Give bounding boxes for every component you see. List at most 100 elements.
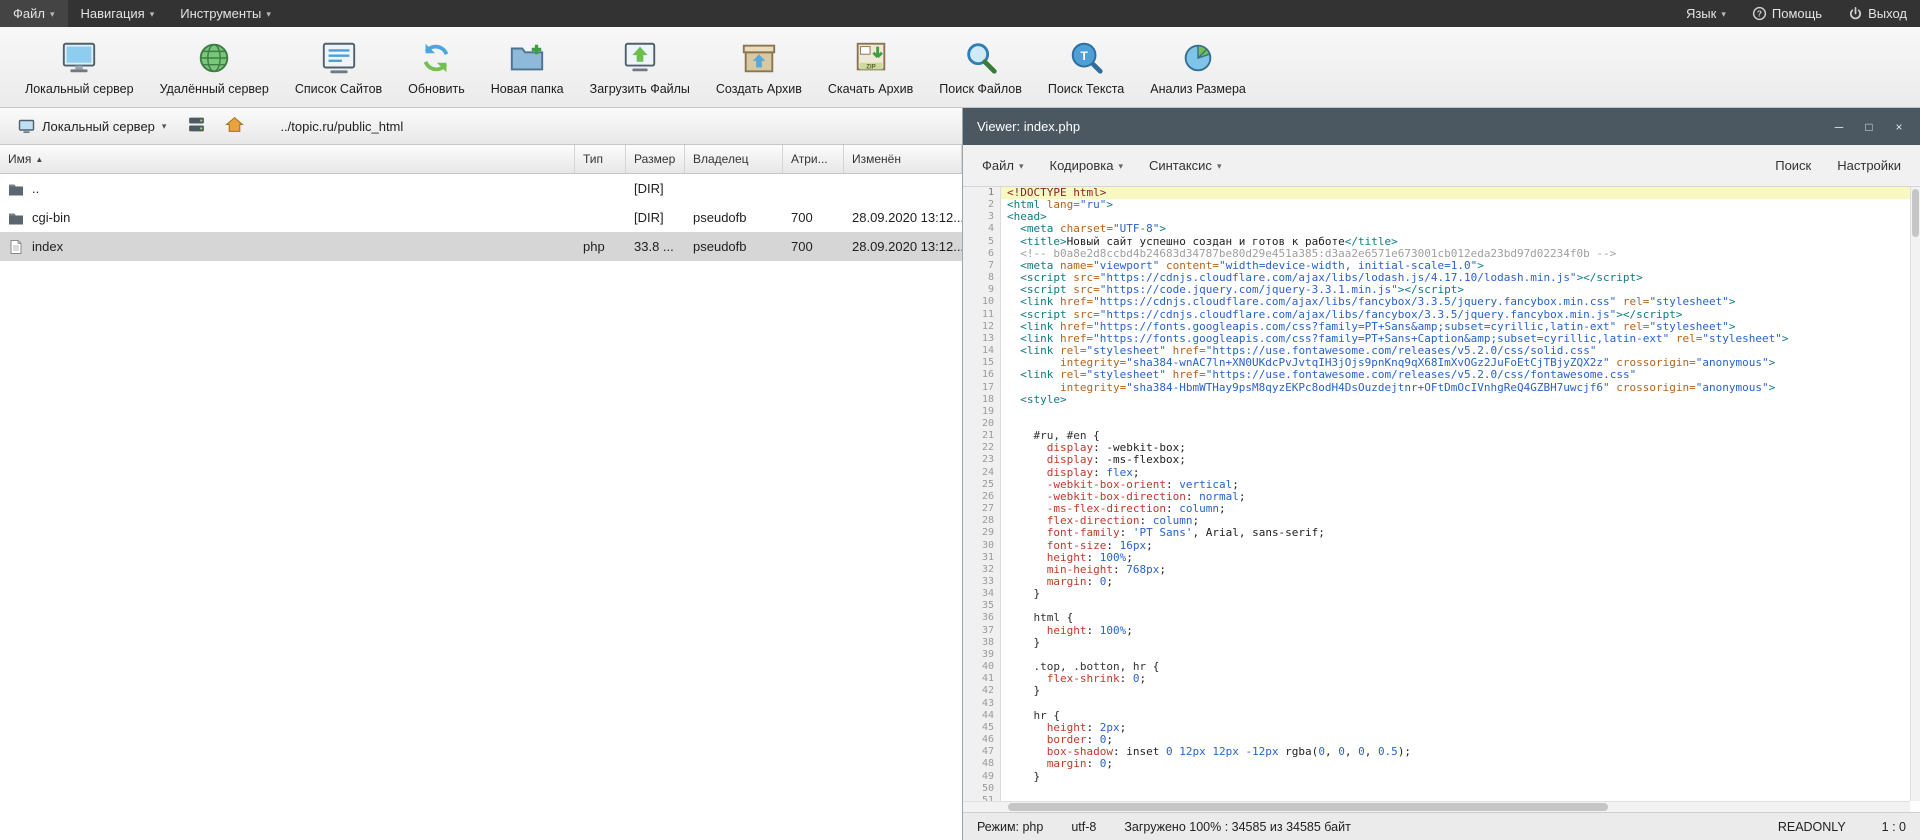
toolbar-button-label: Скачать Архив xyxy=(828,82,913,96)
toolbar-button-label: Удалённый сервер xyxy=(160,82,269,96)
close-button[interactable]: × xyxy=(1892,120,1906,134)
cursor-position: 1 : 0 xyxy=(1882,820,1906,834)
new-folder-icon xyxy=(508,39,546,77)
toolbar-button-label: Создать Архив xyxy=(716,82,802,96)
file-modified-cell: 28.09.2020 13:12... xyxy=(844,210,962,225)
toolbar-button-label: Загрузить Файлы xyxy=(590,82,690,96)
menubar-left: Файл▾Навигация▾Инструменты▾ xyxy=(0,0,284,27)
column-header-2[interactable]: Тип xyxy=(575,145,626,173)
download-archive-button[interactable]: ZIPСкачать Архив xyxy=(815,33,926,102)
site-list-button[interactable]: Список Сайтов xyxy=(282,33,395,102)
column-header-4[interactable]: Владелец xyxy=(685,145,783,173)
toolbar-button-label: Поиск Текста xyxy=(1048,82,1124,96)
table-row[interactable]: cgi-bin[DIR]pseudofb70028.09.2020 13:12.… xyxy=(0,203,962,232)
toolbar-button-label: Поиск Файлов xyxy=(939,82,1022,96)
chevron-down-icon: ▾ xyxy=(1217,160,1222,172)
code-line-content: html { xyxy=(1001,612,1910,624)
toolbar-button-label: Анализ Размера xyxy=(1150,82,1246,96)
file-name-cell: .. xyxy=(0,181,575,196)
search-files-button[interactable]: Поиск Файлов xyxy=(926,33,1035,102)
file-size-cell: [DIR] xyxy=(626,210,685,225)
readonly-badge: READONLY xyxy=(1778,820,1846,834)
code-line: 43 xyxy=(963,698,1910,710)
exit-menu-label: Выход xyxy=(1868,6,1907,21)
line-number: 31 xyxy=(963,552,1001,564)
upload-files-button[interactable]: Загрузить Файлы xyxy=(577,33,703,102)
help-menu-label: Помощь xyxy=(1772,6,1822,21)
code-line-content xyxy=(1001,698,1910,710)
viewer-syntax-menu[interactable]: Синтаксис▾ xyxy=(1136,158,1235,173)
code-editor[interactable]: 1<!DOCTYPE html>2<html lang="ru">3<head>… xyxy=(963,187,1920,812)
chevron-down-icon: ▾ xyxy=(1721,8,1726,20)
viewer-search-menu[interactable]: Поиск xyxy=(1762,158,1824,173)
create-archive-button[interactable]: Создать Архив xyxy=(703,33,815,102)
chevron-down-icon: ▾ xyxy=(162,121,167,132)
line-number: 42 xyxy=(963,685,1001,697)
line-number: 9 xyxy=(963,284,1001,296)
code-line-content: } xyxy=(1001,588,1910,600)
file-table-body: ..[DIR]cgi-bin[DIR]pseudofb70028.09.2020… xyxy=(0,174,962,840)
code-line: 19 xyxy=(963,406,1910,418)
line-number: 8 xyxy=(963,272,1001,284)
help-menu[interactable]: ? Помощь xyxy=(1739,0,1835,27)
tools-menu[interactable]: Инструменты▾ xyxy=(167,0,284,27)
file-manager-app: Файл▾Навигация▾Инструменты▾ Язык▾?Помощь… xyxy=(0,0,1920,840)
size-analysis-icon xyxy=(1179,39,1217,77)
column-header-3[interactable]: Размер xyxy=(626,145,685,173)
toolbar-button-label: Новая папка xyxy=(491,82,564,96)
column-header-1[interactable]: Имя▲ xyxy=(0,145,575,173)
vertical-scrollbar-thumb[interactable] xyxy=(1912,189,1919,237)
maximize-button[interactable]: □ xyxy=(1862,120,1876,134)
line-number: 13 xyxy=(963,333,1001,345)
line-number: 37 xyxy=(963,625,1001,637)
line-number: 4 xyxy=(963,223,1001,235)
code-line-content: height: 2px; xyxy=(1001,722,1910,734)
viewer-encoding-menu-label: Кодировка xyxy=(1050,158,1114,173)
horizontal-scrollbar-thumb[interactable] xyxy=(1008,803,1608,811)
viewer-file-menu[interactable]: Файл▾ xyxy=(969,158,1037,173)
vertical-scrollbar[interactable] xyxy=(1910,187,1920,801)
horizontal-scrollbar[interactable] xyxy=(963,801,1910,812)
remote-server-button[interactable]: Удалённый сервер xyxy=(147,33,282,102)
file-modified-cell: 28.09.2020 13:12... xyxy=(844,239,962,254)
file-panel-toolbar: Локальный сервер ▾ ../topic.ru/public_ht… xyxy=(0,108,962,145)
viewer-menubar: Файл▾Кодировка▾Синтаксис▾ ПоискНастройки xyxy=(963,145,1920,187)
line-number: 50 xyxy=(963,783,1001,795)
column-header-6[interactable]: Изменён xyxy=(844,145,962,173)
line-number: 6 xyxy=(963,248,1001,260)
search-files-icon xyxy=(962,39,1000,77)
server-selector-dropdown[interactable]: Локальный сервер ▾ xyxy=(10,115,174,138)
home-button[interactable] xyxy=(218,112,250,140)
chevron-down-icon: ▾ xyxy=(50,8,55,20)
local-server-button[interactable]: Локальный сервер xyxy=(12,33,147,102)
search-text-button[interactable]: TПоиск Текста xyxy=(1035,33,1137,102)
line-number: 38 xyxy=(963,637,1001,649)
viewer-settings-menu[interactable]: Настройки xyxy=(1824,158,1914,173)
loaded-bytes-label: Загружено 100% : 34585 из 34585 байт xyxy=(1124,820,1350,834)
refresh-button[interactable]: Обновить xyxy=(395,33,478,102)
size-analysis-button[interactable]: Анализ Размера xyxy=(1137,33,1259,102)
file-size-cell: [DIR] xyxy=(626,181,685,196)
viewer-encoding-menu[interactable]: Кодировка▾ xyxy=(1037,158,1136,173)
storage-button[interactable] xyxy=(180,112,212,140)
table-row[interactable]: indexphp33.8 ...pseudofb70028.09.2020 13… xyxy=(0,232,962,261)
language-menu[interactable]: Язык▾ xyxy=(1673,0,1739,27)
file-name: cgi-bin xyxy=(32,210,70,225)
help-icon: ? xyxy=(1752,6,1767,21)
exit-menu[interactable]: Выход xyxy=(1835,0,1920,27)
table-row[interactable]: .. [DIR] xyxy=(0,174,962,203)
viewer-title: Viewer: index.php xyxy=(977,119,1080,134)
navigation-menu[interactable]: Навигация▾ xyxy=(68,0,168,27)
line-number: 25 xyxy=(963,479,1001,491)
minimize-button[interactable]: ─ xyxy=(1832,120,1846,134)
column-header-5[interactable]: Атри... xyxy=(783,145,844,173)
chevron-down-icon: ▾ xyxy=(266,8,271,20)
new-folder-button[interactable]: Новая папка xyxy=(478,33,577,102)
viewer-titlebar[interactable]: Viewer: index.php ─ □ × xyxy=(963,108,1920,145)
file-type-cell: php xyxy=(575,239,626,254)
line-number: 44 xyxy=(963,710,1001,722)
storage-icon xyxy=(187,116,206,136)
line-number: 30 xyxy=(963,540,1001,552)
menubar-right: Язык▾? Помощь Выход xyxy=(1673,0,1920,27)
file-menu[interactable]: Файл▾ xyxy=(0,0,68,27)
